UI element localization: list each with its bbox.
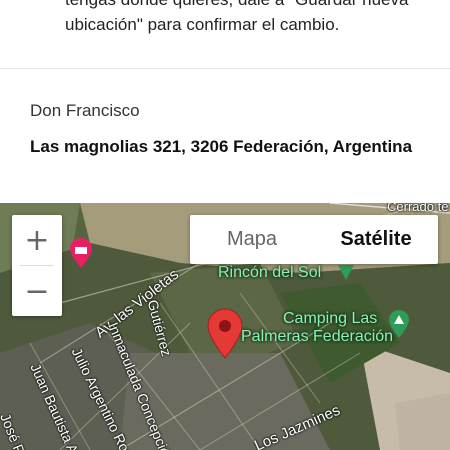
camping-marker-icon[interactable] [387, 309, 411, 339]
instructions-line-1: tengas donde quieres, dale a "Guardar nu… [65, 0, 408, 10]
instructions-text: tengas donde quieres, dale a "Guardar nu… [0, 0, 450, 69]
location-marker-icon[interactable] [205, 307, 245, 359]
poi-label-camping-line-2: Palmeras Federación [241, 328, 394, 345]
poi-label-rincon: Rincón del Sol [218, 264, 322, 281]
place-address: Las magnolias 321, 3206 Federación, Arge… [30, 137, 413, 156]
poi-marker-icon[interactable] [337, 264, 355, 282]
map-view[interactable]: Cerrado te Av. las Violetas Gutiérrez In… [0, 203, 450, 450]
poi-label-camping-line-1: Camping Las [283, 310, 378, 327]
road-label-cerrado: Cerrado te [387, 203, 449, 214]
instructions-line-2: ubicación" para confirmar el cambio. [65, 15, 340, 34]
zoom-out-button[interactable]: − [12, 266, 62, 316]
map-type-satellite-tab[interactable]: Satélite [314, 215, 438, 264]
zoom-control: + − [12, 215, 62, 316]
map-type-map-tab[interactable]: Mapa [190, 215, 314, 264]
hotel-marker-icon[interactable] [68, 237, 94, 269]
zoom-in-button[interactable]: + [12, 215, 62, 265]
place-name: Don Francisco [30, 101, 140, 120]
map-type-control: Mapa Satélite [190, 215, 438, 264]
